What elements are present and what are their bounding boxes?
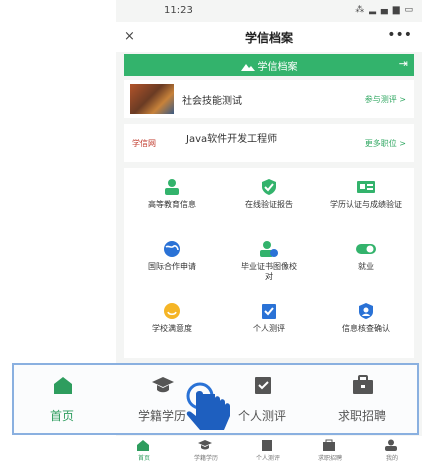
user-badge-icon xyxy=(359,303,373,319)
service-label: 就业 xyxy=(358,262,374,271)
service-item-certificate[interactable]: 毕业证书图像校对 xyxy=(221,230,317,292)
nav-label: 学籍学历 xyxy=(193,455,218,462)
status-icons: ⁂ ▂ ▄ ▆ ▭ xyxy=(355,5,414,15)
service-item-degree-verify[interactable]: 学历认证与成绩验证 xyxy=(318,168,414,230)
join-test-link[interactable]: 参与测评 > xyxy=(365,94,406,105)
header-banner: 学信档案 ⇥ xyxy=(124,54,414,76)
brand-logo: 学信网 xyxy=(132,139,156,148)
nav-education[interactable]: 学籍学历 xyxy=(178,437,234,463)
status-time: 11:23 xyxy=(164,5,193,16)
service-item-international[interactable]: 国际合作申请 xyxy=(124,230,220,292)
nav-home[interactable]: 首页 xyxy=(116,437,172,463)
home-icon xyxy=(54,377,72,394)
service-item-education-info[interactable]: 高等教育信息 xyxy=(124,168,220,230)
graduation-cap-icon xyxy=(152,377,174,393)
service-label: 国际合作申请 xyxy=(148,262,196,271)
service-label: 毕业证书图像校对 xyxy=(241,262,297,281)
nav-label: 我的 xyxy=(385,455,398,462)
nav-personal-test[interactable]: 个人测评 xyxy=(240,437,296,463)
service-item-personal-test[interactable]: 个人测评 xyxy=(221,292,317,354)
nav-jobs[interactable]: 求职招聘 xyxy=(302,437,358,463)
globe-icon xyxy=(164,241,180,257)
user-check-icon xyxy=(260,241,278,257)
service-label: 学历认证与成绩验证 xyxy=(330,200,402,209)
service-label: 高等教育信息 xyxy=(148,200,196,209)
tab-label: 求职招聘 xyxy=(337,409,386,423)
clipboard-check-icon xyxy=(262,440,272,451)
person-icon xyxy=(165,179,179,195)
job-card[interactable]: 学信网 Java软件开发工程师 更多职位 > xyxy=(124,124,414,162)
service-label: 信息核查确认 xyxy=(342,324,390,333)
banner-logo-text: 学信档案 xyxy=(257,62,298,73)
home-icon xyxy=(137,440,149,451)
nav-me[interactable]: 我的 xyxy=(364,437,420,463)
service-item-info-check[interactable]: 信息核查确认 xyxy=(318,292,414,354)
graduation-cap-icon xyxy=(198,440,212,450)
tab-home[interactable]: 首页 xyxy=(14,371,110,427)
service-label: 在线验证报告 xyxy=(245,200,293,209)
clipboard-icon xyxy=(262,304,276,319)
shield-icon xyxy=(262,179,276,195)
service-item-employment[interactable]: 就业 xyxy=(318,230,414,292)
briefcase-icon xyxy=(323,439,335,451)
service-label: 学校满意度 xyxy=(152,324,192,333)
card-title: Java软件开发工程师 xyxy=(186,134,278,145)
tap-hand-icon xyxy=(186,382,230,430)
service-label: 个人测评 xyxy=(253,324,285,333)
card-title: 社会技能测试 xyxy=(182,96,242,107)
logout-icon[interactable]: ⇥ xyxy=(399,57,408,70)
nav-label: 个人测评 xyxy=(255,455,280,462)
bottom-nav: 首页 学籍学历 个人测评 求职招聘 我的 xyxy=(116,436,422,463)
smile-icon xyxy=(164,303,180,319)
clipboard-check-icon xyxy=(255,377,271,394)
page-title: 学信档案 xyxy=(244,31,293,45)
nav-label: 首页 xyxy=(137,455,150,462)
id-card-icon xyxy=(357,181,375,193)
title-bar: × 学信档案 ••• xyxy=(116,22,422,52)
skill-test-card[interactable]: 社会技能测试 参与测评 > xyxy=(124,80,414,118)
user-icon xyxy=(385,439,397,451)
service-item-verify-report[interactable]: 在线验证报告 xyxy=(221,168,317,230)
briefcase-icon xyxy=(353,375,373,394)
nav-label: 求职招聘 xyxy=(317,455,342,462)
banner-logo: 学信档案 xyxy=(124,58,414,73)
services-grid: 高等教育信息 在线验证报告 学历认证与成绩验证 国际合作申请 毕业证书图像校对 … xyxy=(124,168,414,358)
tab-label: 首页 xyxy=(49,409,74,423)
status-bar: 11:23 ⁂ ▂ ▄ ▆ ▭ xyxy=(116,0,422,22)
tab-jobs[interactable]: 求职招聘 xyxy=(314,371,410,427)
more-options-icon[interactable]: ••• xyxy=(387,27,412,43)
more-jobs-link[interactable]: 更多职位 > xyxy=(365,138,406,149)
toggle-icon xyxy=(356,244,376,254)
skill-test-thumbnail xyxy=(130,84,174,114)
mountain-icon xyxy=(240,64,255,71)
service-item-satisfaction[interactable]: 学校满意度 xyxy=(124,292,220,354)
